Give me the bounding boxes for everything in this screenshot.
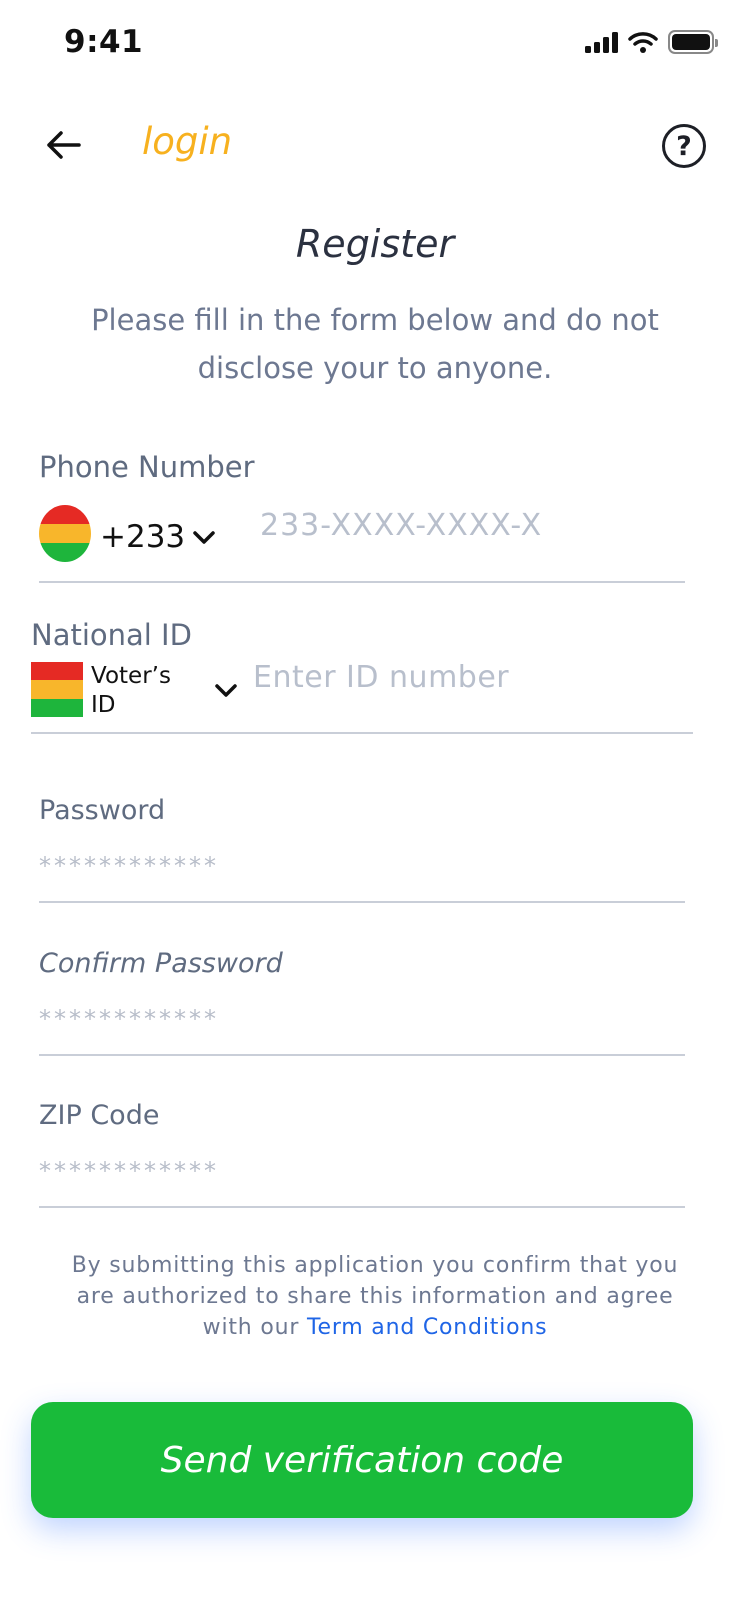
terms-notice: By submitting this application you confi… — [60, 1250, 690, 1343]
password-input[interactable]: ************ — [39, 852, 219, 880]
password-label: Password — [39, 795, 166, 826]
ghana-flag-icon — [39, 505, 91, 562]
password-underline — [39, 901, 685, 903]
status-icons — [585, 30, 718, 54]
confirm-password-underline — [39, 1054, 685, 1056]
phone-number-input[interactable]: 233-XXXX-XXXX-X — [260, 508, 542, 543]
cellular-signal-icon — [585, 31, 618, 53]
terms-link[interactable]: Term and Conditions — [307, 1315, 547, 1340]
ghana-flag-icon — [31, 662, 83, 717]
confirm-password-label: Confirm Password — [39, 948, 283, 979]
chevron-down-icon — [215, 684, 237, 697]
zip-code-label: ZIP Code — [39, 1100, 160, 1131]
status-bar: 9:41 — [0, 0, 750, 88]
chevron-down-icon — [193, 531, 215, 544]
id-type-selector[interactable]: Voter’s ID — [31, 660, 246, 722]
national-id-underline — [31, 732, 693, 734]
phone-number-underline — [39, 581, 685, 583]
battery-icon — [668, 30, 718, 54]
back-button[interactable] — [38, 120, 88, 170]
send-verification-code-label: Send verification code — [160, 1439, 564, 1481]
id-type-label: Voter’s ID — [91, 663, 171, 718]
zip-code-input[interactable]: ************ — [39, 1157, 219, 1185]
page-title: Register — [295, 222, 455, 266]
phone-number-label: Phone Number — [39, 450, 255, 484]
country-code: +233 — [100, 519, 186, 555]
zip-code-underline — [39, 1206, 685, 1208]
nav-bar: login ? — [0, 110, 750, 180]
arrow-left-icon — [47, 131, 81, 159]
question-mark-icon: ? — [676, 130, 692, 162]
help-button[interactable]: ? — [662, 124, 706, 168]
page-subtitle: Please fill in the form below and do not… — [91, 303, 659, 385]
country-code-selector[interactable]: +233 — [39, 505, 229, 565]
wifi-icon — [628, 32, 658, 53]
nav-title: login — [142, 120, 233, 163]
confirm-password-input[interactable]: ************ — [39, 1005, 219, 1033]
national-id-input[interactable]: Enter ID number — [253, 660, 509, 695]
send-verification-code-button[interactable]: Send verification code — [31, 1402, 693, 1518]
national-id-label: National ID — [31, 618, 192, 652]
status-time: 9:41 — [64, 24, 144, 60]
